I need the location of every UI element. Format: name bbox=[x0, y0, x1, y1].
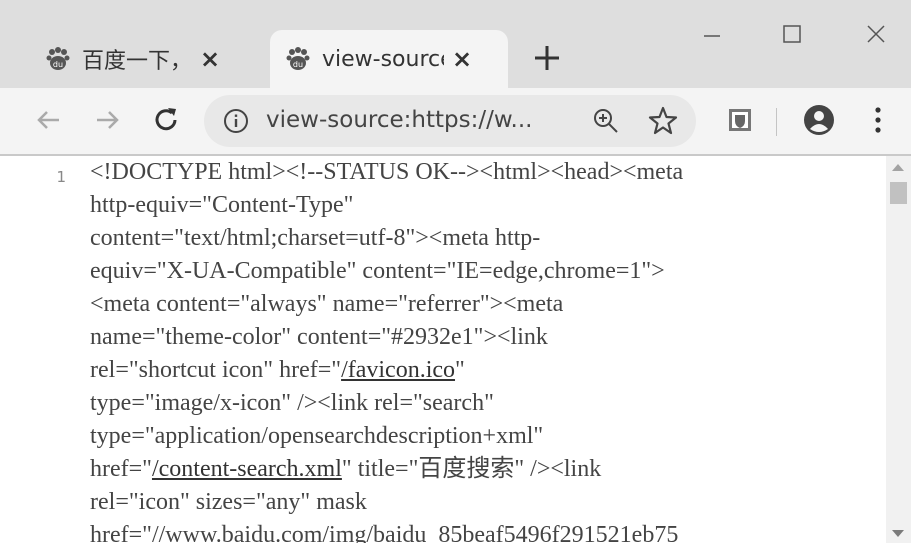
scroll-up-arrow[interactable] bbox=[892, 164, 904, 171]
source-text: rel="icon" sizes="any" mask bbox=[90, 489, 367, 515]
tab-baidu[interactable]: du 百度一下，你 × bbox=[30, 30, 262, 88]
source-line: rel="icon" sizes="any" mask bbox=[90, 486, 886, 519]
account-icon bbox=[804, 105, 834, 135]
source-line: type="image/x-icon" /><link rel="search" bbox=[90, 387, 886, 420]
baidu-paw-icon: du bbox=[284, 45, 312, 73]
source-line: href="//www.baidu.com/img/baidu_85beaf54… bbox=[90, 519, 886, 543]
url-text[interactable]: view-source:https://w... bbox=[266, 107, 532, 133]
source-text: content="text/html;charset=utf-8"><meta … bbox=[90, 225, 541, 251]
reload-button[interactable] bbox=[144, 98, 188, 142]
plus-icon bbox=[535, 46, 559, 70]
source-link[interactable]: /favicon.ico bbox=[341, 357, 455, 383]
baidu-paw-icon: du bbox=[44, 45, 72, 73]
minimize-button[interactable] bbox=[690, 12, 734, 52]
source-view[interactable]: 1 <!DOCTYPE html><!--STATUS OK--><html><… bbox=[0, 156, 886, 543]
source-line: <!DOCTYPE html><!--STATUS OK--><html><he… bbox=[90, 156, 886, 189]
svg-text:du: du bbox=[293, 60, 303, 69]
source-line: <meta content="always" name="referrer"><… bbox=[90, 288, 886, 321]
source-text: href="//www.baidu.com/img/baidu_85beaf54… bbox=[90, 522, 679, 543]
source-text: type="application/opensearchdescription+… bbox=[90, 423, 544, 449]
source-text: name="theme-color" content="#2932e1"><li… bbox=[90, 324, 548, 350]
line-number: 1 bbox=[56, 168, 66, 186]
source-line: content="text/html;charset=utf-8"><meta … bbox=[90, 222, 886, 255]
source-text: http-equiv="Content-Type" bbox=[90, 192, 354, 218]
star-icon[interactable] bbox=[646, 104, 680, 138]
source-text: " bbox=[455, 357, 465, 383]
source-text: " title="百度搜索" /><link bbox=[341, 456, 602, 482]
source-text: <meta content="always" name="referrer"><… bbox=[90, 291, 564, 317]
source-text: <!DOCTYPE html><!--STATUS OK--><html><he… bbox=[90, 159, 684, 185]
forward-arrow-icon bbox=[97, 111, 119, 129]
source-line: rel="shortcut icon" href="/favicon.ico" bbox=[90, 354, 886, 387]
minimize-icon bbox=[704, 35, 720, 37]
svg-text:du: du bbox=[53, 60, 63, 69]
close-window-button[interactable] bbox=[854, 12, 898, 52]
vertical-scrollbar[interactable] bbox=[886, 156, 911, 543]
source-link[interactable]: /content-search.xml bbox=[152, 456, 342, 482]
extension-button[interactable] bbox=[718, 98, 762, 142]
tab-close-button[interactable]: × bbox=[452, 45, 472, 73]
address-bar[interactable]: view-source:https://w... bbox=[204, 95, 696, 147]
shield-extension-icon bbox=[729, 109, 751, 131]
scroll-down-arrow[interactable] bbox=[892, 530, 904, 537]
source-text: rel="shortcut icon" href=" bbox=[90, 357, 342, 383]
source-line: type="application/opensearchdescription+… bbox=[90, 420, 886, 453]
maximize-icon bbox=[783, 25, 801, 43]
browser-window: du 百度一下，你 × du view-source × bbox=[0, 0, 911, 543]
profile-button[interactable] bbox=[797, 98, 841, 142]
close-icon bbox=[867, 25, 885, 43]
tab-view-source[interactable]: du view-source × bbox=[270, 30, 508, 88]
info-icon[interactable] bbox=[222, 107, 250, 135]
maximize-button[interactable] bbox=[770, 12, 814, 52]
tab-title: view-source bbox=[322, 46, 444, 72]
back-button[interactable] bbox=[26, 98, 70, 142]
source-line: equiv="X-UA-Compatible" content="IE=edge… bbox=[90, 255, 886, 288]
new-tab-button[interactable] bbox=[525, 36, 569, 80]
source-line: href="/content-search.xml" title="百度搜索" … bbox=[90, 453, 886, 486]
forward-button[interactable] bbox=[86, 98, 130, 142]
menu-button[interactable] bbox=[856, 98, 900, 142]
kebab-menu-icon bbox=[875, 107, 881, 133]
source-code[interactable]: <!DOCTYPE html><!--STATUS OK--><html><he… bbox=[90, 156, 886, 543]
toolbar: view-source:https://w... bbox=[0, 88, 911, 156]
tab-close-button[interactable]: × bbox=[200, 45, 220, 73]
scroll-thumb[interactable] bbox=[890, 182, 907, 204]
back-arrow-icon bbox=[37, 111, 59, 129]
source-line: http-equiv="Content-Type" bbox=[90, 189, 886, 222]
toolbar-separator bbox=[776, 108, 777, 136]
source-text: type="image/x-icon" /><link rel="search" bbox=[90, 390, 494, 416]
source-line: name="theme-color" content="#2932e1"><li… bbox=[90, 321, 886, 354]
reload-icon bbox=[155, 108, 177, 131]
source-text: equiv="X-UA-Compatible" content="IE=edge… bbox=[90, 258, 665, 284]
zoom-in-icon[interactable] bbox=[590, 105, 622, 137]
tab-strip: du 百度一下，你 × du view-source × bbox=[0, 0, 911, 88]
tab-title: 百度一下，你 bbox=[82, 49, 192, 74]
source-text: href=" bbox=[90, 456, 152, 482]
